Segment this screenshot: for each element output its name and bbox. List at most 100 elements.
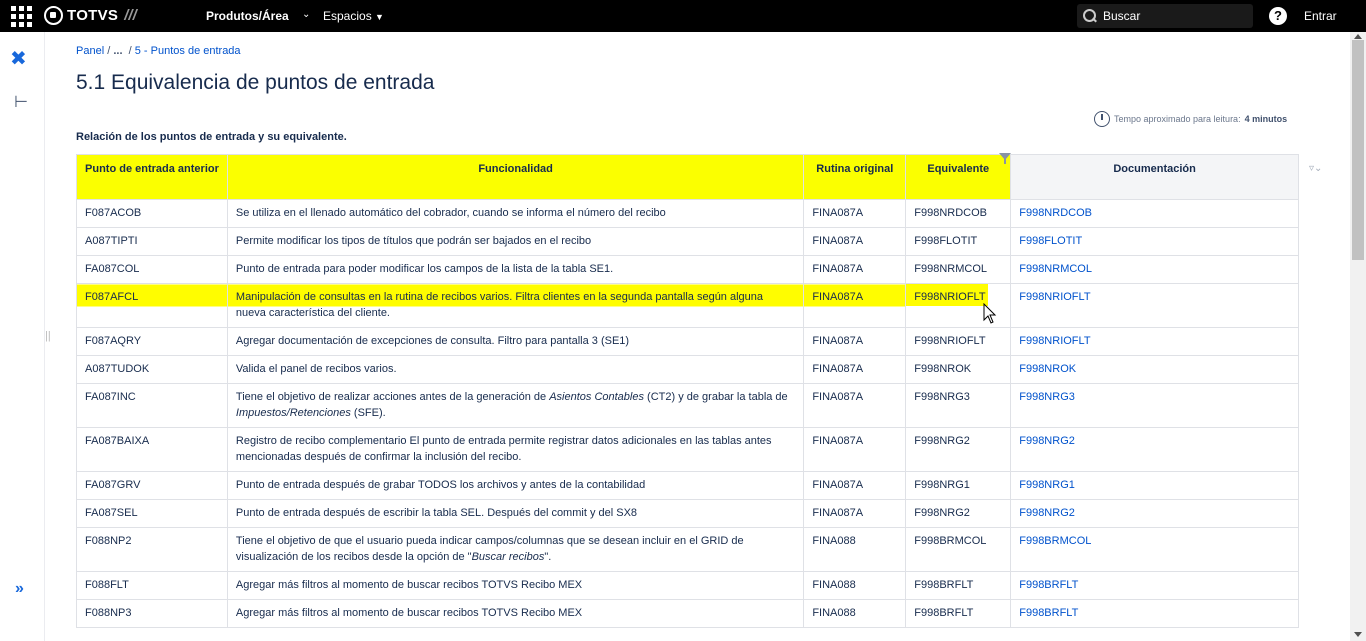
cell-pe: F088NP2: [76, 527, 228, 572]
totvs-logo-icon: [44, 6, 63, 25]
cell-equiv: F998NRG2: [905, 427, 1012, 472]
nav-productos-area[interactable]: Produtos/Área: [206, 9, 289, 23]
page-tree-icon[interactable]: ⊢: [14, 92, 28, 112]
breadcrumb-separator: /: [128, 45, 132, 57]
cell-rutina: FINA087A: [803, 471, 907, 500]
doc-link[interactable]: F998BRMCOL: [1010, 527, 1299, 572]
help-icon[interactable]: ?: [1269, 7, 1287, 25]
search-input[interactable]: [1103, 9, 1243, 23]
doc-link[interactable]: F998NRMCOL: [1010, 255, 1299, 284]
cell-equiv: F998NRMCOL: [905, 255, 1012, 284]
cell-rutina: FINA087A: [803, 383, 907, 428]
doc-link[interactable]: F998FLOTIT: [1010, 227, 1299, 256]
cell-rutina: FINA087A: [803, 283, 907, 328]
scroll-down-icon[interactable]: [1354, 632, 1362, 637]
func-text: Tiene el objetivo de realizar acciones a…: [235, 391, 550, 403]
cell-rutina: FINA087A: [803, 255, 907, 284]
cell-equiv: F998BRFLT: [905, 599, 1012, 628]
header-punto-entrada[interactable]: Punto de entrada anterior: [76, 154, 228, 200]
reading-time-value: 4 minutos: [1244, 114, 1288, 124]
search-box[interactable]: [1077, 4, 1253, 28]
table-row: FA087GRV Punto de entrada después de gra…: [76, 471, 1299, 500]
cell-func: Se utiliza en el llenado automático del …: [226, 199, 805, 228]
confluence-icon[interactable]: ✖: [10, 46, 27, 71]
func-text: ".: [544, 551, 552, 563]
breadcrumb-ellipsis[interactable]: ...: [113, 45, 122, 57]
cell-pe: F088FLT: [76, 571, 228, 600]
filter-icon[interactable]: [999, 153, 1011, 165]
cell-pe: FA087GRV: [76, 471, 228, 500]
cell-rutina: FINA087A: [803, 227, 907, 256]
cell-pe: F087AQRY: [76, 327, 228, 356]
table-header-row: Punto de entrada anterior Funcionalidad …: [76, 154, 1299, 200]
brand-name: TOTVS: [67, 7, 119, 24]
table-caption: Relación de los puntos de entrada y su e…: [76, 131, 347, 143]
table-row: F088FLT Agregar más filtros al momento d…: [76, 571, 1299, 600]
chevron-down-icon: ▼: [375, 12, 384, 22]
doc-link[interactable]: F998NRG1: [1010, 471, 1299, 500]
header-equivalente[interactable]: Equivalente: [905, 154, 1012, 200]
scrollbar-thumb[interactable]: [1352, 40, 1364, 260]
header-funcionalidad[interactable]: Funcionalidad: [226, 154, 805, 200]
cell-pe: F087AFCL: [76, 283, 228, 328]
breadcrumb-current[interactable]: 5 - Puntos de entrada: [135, 45, 241, 57]
cell-pe: FA087SEL: [76, 499, 228, 528]
doc-link[interactable]: F998NRDCOB: [1010, 199, 1299, 228]
doc-link[interactable]: F998NRIOFLT: [1010, 283, 1299, 328]
header-rutina-original[interactable]: Rutina original: [803, 154, 907, 200]
cell-pe: F088NP3: [76, 599, 228, 628]
doc-link[interactable]: F998NRG2: [1010, 427, 1299, 472]
cell-func: Permite modificar los tipos de títulos q…: [226, 227, 805, 256]
cell-func: Agregar más filtros al momento de buscar…: [226, 571, 805, 600]
cell-rutina: FINA087A: [803, 327, 907, 356]
cell-equiv: F998FLOTIT: [905, 227, 1012, 256]
cell-equiv: F998NRIOFLT: [905, 327, 1012, 356]
chevron-down-icon[interactable]: ⌄: [302, 9, 310, 20]
cell-equiv: F998BRFLT: [905, 571, 1012, 600]
cell-equiv: F998NRG3: [905, 383, 1012, 428]
cell-equiv: F998NRDCOB: [905, 199, 1012, 228]
header-documentacion[interactable]: Documentación: [1010, 154, 1299, 200]
doc-link[interactable]: F998BRFLT: [1010, 599, 1299, 628]
cell-func: Agregar documentación de excepciones de …: [226, 327, 805, 356]
totvs-logo[interactable]: TOTVS ///: [44, 6, 137, 25]
cell-func: Manipulación de consultas en la rutina d…: [226, 283, 805, 328]
reading-time-label: Tempo aproximado para leitura:: [1114, 114, 1241, 124]
doc-link[interactable]: F998NRIOFLT: [1010, 327, 1299, 356]
cell-func: Agregar más filtros al momento de buscar…: [226, 599, 805, 628]
cell-pe: F087ACOB: [76, 199, 228, 228]
page-title: 5.1 Equivalencia de puntos de entrada: [76, 71, 435, 94]
cell-equiv: F998BRMCOL: [905, 527, 1012, 572]
cell-equiv: F998NRG1: [905, 471, 1012, 500]
doc-link[interactable]: F998NRG2: [1010, 499, 1299, 528]
left-sidebar: ✖ ⊢ »: [0, 32, 44, 641]
search-icon: [1083, 9, 1097, 23]
table-row: F088NP2 Tiene el objetivo de que el usua…: [76, 527, 1299, 572]
breadcrumb-panel[interactable]: Panel: [76, 45, 104, 57]
doc-link[interactable]: F998NROK: [1010, 355, 1299, 384]
cell-func: Punto de entrada después de grabar TODOS…: [226, 471, 805, 500]
nav-espacios[interactable]: Espacios ▼: [323, 9, 384, 23]
login-link[interactable]: Entrar: [1304, 9, 1337, 23]
cell-rutina: FINA087A: [803, 355, 907, 384]
doc-link[interactable]: F998BRFLT: [1010, 571, 1299, 600]
top-navigation-bar: TOTVS /// Produtos/Área ⌄ Espacios ▼ ? E…: [0, 0, 1366, 32]
doc-link[interactable]: F998NRG3: [1010, 383, 1299, 428]
scroll-up-icon[interactable]: [1354, 34, 1362, 39]
clock-icon: [1094, 111, 1110, 127]
func-italic: Asientos Contables: [549, 391, 644, 403]
cell-rutina: FINA087A: [803, 199, 907, 228]
table-filter-icon[interactable]: ▿⌄: [1309, 163, 1322, 174]
func-italic: Impuestos/Retenciones: [235, 407, 351, 419]
table-row-highlighted: F087AFCL Manipulación de consultas en la…: [76, 283, 1299, 328]
vertical-scrollbar[interactable]: [1350, 32, 1366, 641]
cell-pe: FA087BAIXA: [76, 427, 228, 472]
func-italic: Buscar recibos: [471, 551, 545, 563]
breadcrumb-separator: /: [107, 45, 111, 57]
app-switcher-icon[interactable]: [11, 6, 32, 27]
cell-func: Punto de entrada para poder modificar lo…: [226, 255, 805, 284]
table-row: F087AQRY Agregar documentación de excepc…: [76, 327, 1299, 356]
expand-sidebar-icon[interactable]: »: [15, 580, 24, 598]
cell-func: Tiene el objetivo de que el usuario pued…: [226, 527, 805, 572]
resize-grip-icon[interactable]: ||: [45, 330, 51, 342]
